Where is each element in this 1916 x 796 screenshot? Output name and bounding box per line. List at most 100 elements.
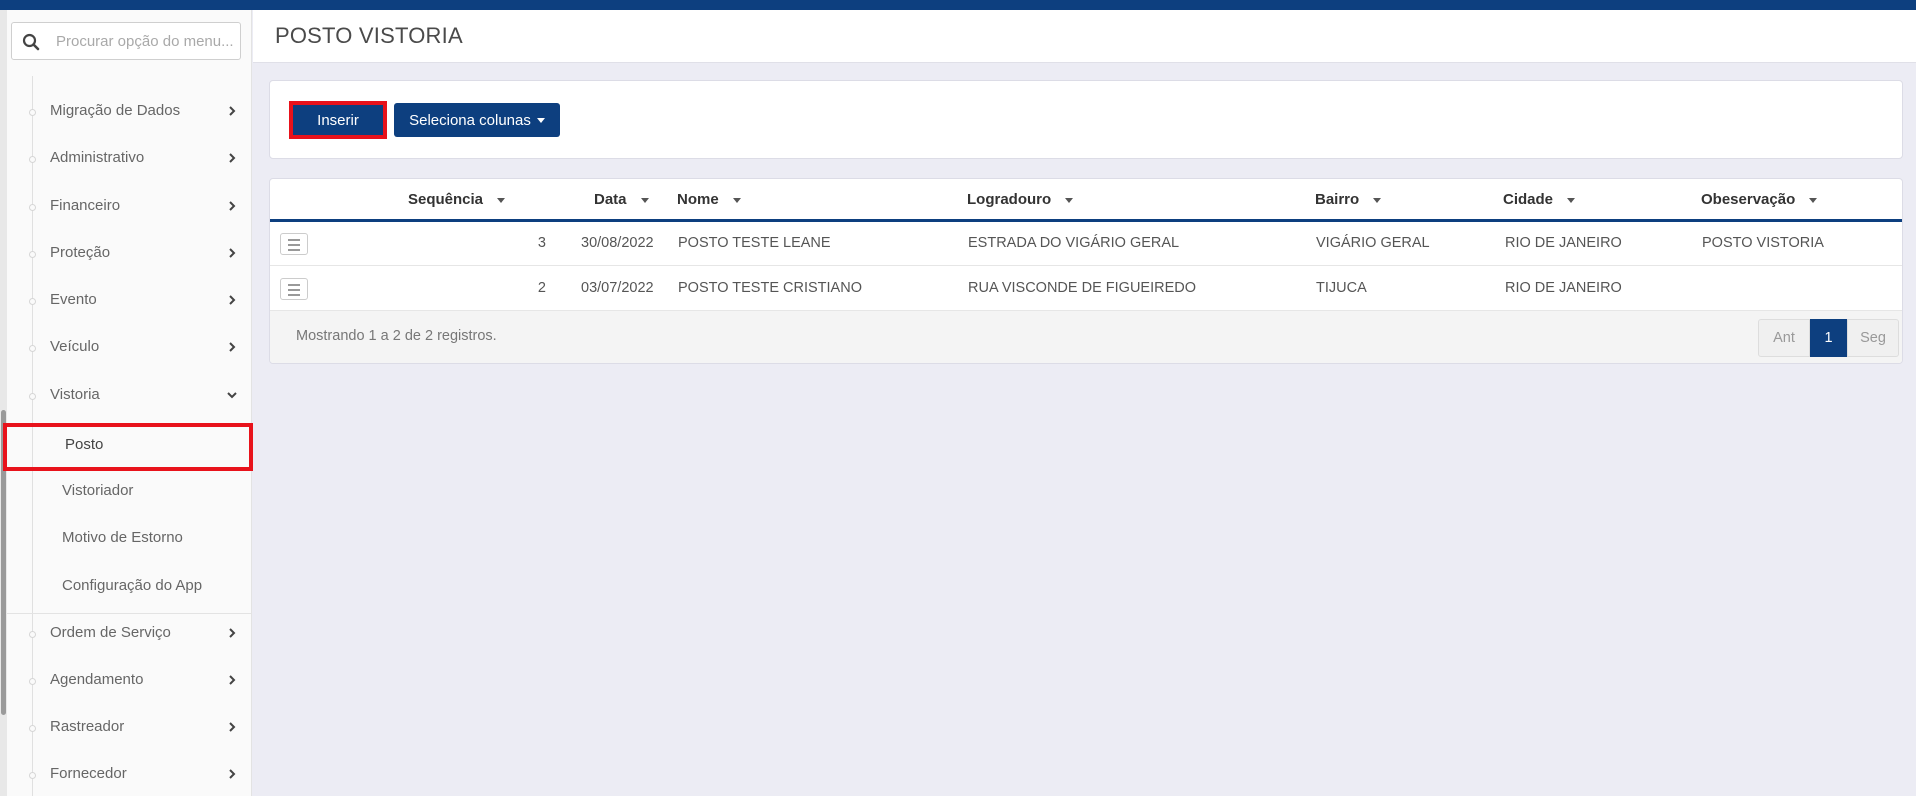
cell-nome: POSTO TESTE LEANE — [678, 235, 831, 251]
sort-caret-icon — [640, 197, 649, 203]
cell-logradouro: RUA VISCONDE DE FIGUEIREDO — [968, 280, 1197, 296]
column-header-label: Sequência — [408, 191, 484, 208]
sidebar-item-label: Agendamento — [50, 671, 144, 688]
menu-search-input[interactable] — [56, 30, 236, 52]
table-row[interactable]: 2 03/07/2022 POSTO TESTE CRISTIANO RUA V… — [270, 267, 1902, 311]
sidebar-subitem-label: Configuração do App — [62, 577, 203, 594]
sidebar-item-ordem-de-servico[interactable]: Ordem de Serviço — [7, 612, 251, 656]
page-title: POSTO VISTORIA — [275, 23, 463, 48]
sidebar-scrollbar[interactable] — [0, 10, 7, 796]
cell-data: 30/08/2022 — [581, 235, 654, 251]
row-menu-icon[interactable] — [280, 233, 308, 255]
sidebar-item-label: Veículo — [50, 338, 100, 355]
cell-bairro: VIGÁRIO GERAL — [1316, 235, 1430, 251]
column-header-nome[interactable]: Nome — [677, 191, 741, 208]
sidebar-item-agendamento[interactable]: Agendamento — [7, 659, 251, 703]
sidebar: Migração de Dados Administrativo Finance… — [0, 10, 253, 796]
sidebar-item-vistoria[interactable]: Vistoria — [7, 374, 251, 418]
sort-caret-icon — [1373, 197, 1382, 203]
tree-dot — [29, 393, 36, 400]
chevron-down-icon — [227, 392, 237, 399]
sidebar-subitem-label: Posto — [65, 436, 104, 453]
table-row[interactable]: 3 30/08/2022 POSTO TESTE LEANE ESTRADA D… — [270, 222, 1902, 266]
records-info: Mostrando 1 a 2 de 2 registros. — [296, 328, 497, 344]
cell-nome: POSTO TESTE CRISTIANO — [678, 280, 862, 296]
sort-caret-icon — [732, 197, 741, 203]
caret-down-icon — [536, 118, 545, 124]
cell-sequencia: 2 — [537, 280, 546, 296]
sidebar-item-evento[interactable]: Evento — [7, 279, 251, 323]
chevron-right-icon — [229, 675, 236, 685]
pagination-page-current[interactable]: 1 — [1810, 319, 1847, 357]
pagination-prev[interactable]: Ant — [1758, 319, 1810, 357]
sidebar-item-label: Migração de Dados — [50, 102, 181, 119]
column-header-data[interactable]: Data — [594, 191, 649, 208]
tree-dot — [29, 156, 36, 163]
column-header-label: Obeservação — [1701, 191, 1796, 208]
menu-search — [11, 22, 241, 60]
cell-logradouro: ESTRADA DO VIGÁRIO GERAL — [968, 235, 1180, 251]
chevron-right-icon — [229, 153, 236, 163]
sidebar-subitem-posto[interactable]: Posto — [3, 423, 253, 471]
column-header-cidade[interactable]: Cidade — [1503, 191, 1576, 208]
sort-caret-icon — [1567, 197, 1576, 203]
chevron-right-icon — [229, 722, 236, 732]
toolbar-panel: Inserir Seleciona colunas — [269, 80, 1903, 159]
sort-caret-icon — [1065, 197, 1074, 203]
chevron-right-icon — [229, 342, 236, 352]
sidebar-item-label: Financeiro — [50, 197, 121, 214]
table-footer: Mostrando 1 a 2 de 2 registros. Ant 1 Se… — [270, 311, 1902, 363]
chevron-right-icon — [229, 201, 236, 211]
sidebar-item-label: Rastreador — [50, 718, 125, 735]
sidebar-item-label: Proteção — [50, 244, 111, 261]
pagination: Ant 1 Seg — [1758, 319, 1899, 357]
search-icon — [22, 33, 40, 51]
page-header: POSTO VISTORIA — [253, 10, 1916, 63]
sort-caret-icon — [497, 197, 506, 203]
sidebar-item-migracao-de-dados[interactable]: Migração de Dados — [7, 90, 251, 134]
tree-dot — [29, 251, 36, 258]
column-header-observacao[interactable]: Obeservação — [1701, 191, 1818, 208]
tree-dot — [29, 345, 36, 352]
chevron-right-icon — [229, 106, 236, 116]
top-accent-bar — [0, 0, 1916, 10]
sidebar-item-veiculo[interactable]: Veículo — [7, 326, 251, 370]
select-columns-button[interactable]: Seleciona colunas — [394, 103, 560, 137]
sidebar-subitem-label: Motivo de Estorno — [62, 529, 183, 546]
sidebar-item-label: Administrativo — [50, 149, 145, 166]
chevron-right-icon — [229, 628, 236, 638]
sidebar-item-label: Evento — [50, 291, 97, 308]
tree-dot — [29, 772, 36, 779]
column-header-bairro[interactable]: Bairro — [1315, 191, 1382, 208]
row-menu-icon[interactable] — [280, 278, 308, 300]
cell-cidade: RIO DE JANEIRO — [1505, 235, 1622, 251]
sidebar-subitem-label: Vistoriador — [62, 482, 134, 499]
column-header-sequencia[interactable]: Sequência — [408, 191, 506, 208]
tree-dot — [29, 631, 36, 638]
sidebar-item-administrativo[interactable]: Administrativo — [7, 137, 251, 181]
table-header: Sequência Data Nome Logradouro Bairro Ci… — [270, 179, 1902, 222]
tree-dot — [29, 298, 36, 305]
chevron-right-icon — [229, 295, 236, 305]
sidebar-item-fornecedor[interactable]: Fornecedor — [7, 753, 251, 796]
insert-button[interactable]: Inserir — [289, 101, 387, 139]
cell-cidade: RIO DE JANEIRO — [1505, 280, 1622, 296]
pagination-next[interactable]: Seg — [1847, 319, 1899, 357]
sidebar-subitem-motivo-de-estorno[interactable]: Motivo de Estorno — [7, 517, 251, 561]
sidebar-subitem-configuracao-do-app[interactable]: Configuração do App — [7, 565, 251, 609]
sidebar-item-rastreador[interactable]: Rastreador — [7, 706, 251, 750]
sidebar-item-label: Vistoria — [50, 386, 100, 403]
sidebar-subitem-vistoriador[interactable]: Vistoriador — [7, 470, 251, 514]
sidebar-item-label: Fornecedor — [50, 765, 127, 782]
column-header-label: Bairro — [1315, 191, 1360, 208]
cell-bairro: TIJUCA — [1316, 280, 1367, 296]
cell-observacao: POSTO VISTORIA — [1702, 235, 1824, 251]
tree-dot — [29, 204, 36, 211]
sidebar-item-protecao[interactable]: Proteção — [7, 232, 251, 276]
column-header-label: Nome — [677, 191, 719, 208]
sort-caret-icon — [1809, 197, 1818, 203]
column-header-logradouro[interactable]: Logradouro — [967, 191, 1074, 208]
tree-dot — [29, 725, 36, 732]
tree-dot — [29, 678, 36, 685]
sidebar-item-financeiro[interactable]: Financeiro — [7, 185, 251, 229]
